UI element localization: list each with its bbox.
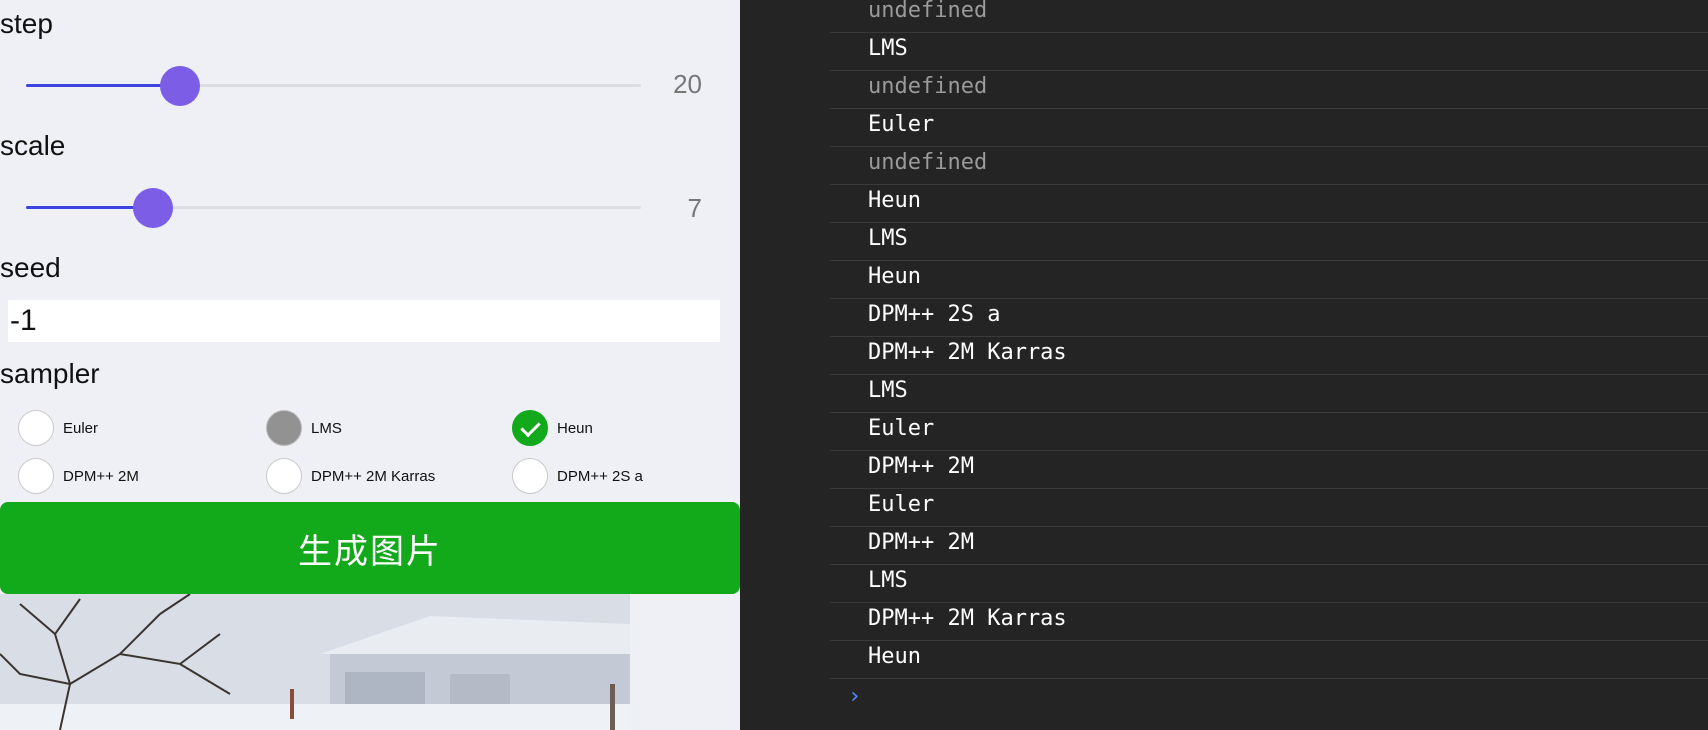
console-log-text: Heun [868,264,921,289]
console-log-text: LMS [868,378,908,403]
chevron-right-icon[interactable]: › [848,684,861,709]
devtools-console: undefined LMS undefined Euler undefined Heun L… [740,0,1708,730]
console-log-row: DPM++ 2S a [830,298,1708,337]
console-log-text: Euler [868,112,935,137]
sampler-option-label: LMS [311,419,342,437]
sampler-option-heun[interactable]: Heun [512,409,593,447]
radio-circle-icon[interactable] [266,410,302,446]
sampler-option-euler[interactable]: Euler [18,409,98,447]
scale-slider-thumb[interactable] [132,188,173,228]
generated-image [0,594,630,730]
console-log-row: LMS [830,222,1708,261]
sampler-option-label: DPM++ 2M [63,467,139,485]
console-log-text: LMS [868,36,908,61]
step-slider[interactable] [26,66,641,106]
scale-label: scale [0,130,66,161]
scale-value: 7 [687,193,702,223]
console-log-row: Euler [830,108,1708,147]
sampler-option-label: Euler [63,419,99,437]
sampler-label: sampler [0,358,100,389]
console-log-row: LMS [830,32,1708,71]
console-log-text: DPM++ 2M [868,454,974,479]
console-log-row: Heun [830,640,1708,679]
console-log-text: Heun [868,188,921,213]
console-log-row: Heun [830,184,1708,223]
console-log-row: Heun [830,260,1708,299]
step-slider-fill [26,84,180,87]
sampler-option-dpm-2m[interactable]: DPM++ 2M [18,457,139,495]
sampler-option-dpm-2m-karras[interactable]: DPM++ 2M Karras [266,457,435,495]
console-log-text: undefined [868,74,988,99]
sampler-option-label: DPM++ 2S a [557,467,643,485]
sampler-option-label: Heun [557,419,593,437]
console-log-row: DPM++ 2M [830,526,1708,565]
console-log-text: undefined [868,150,988,175]
radio-circle-icon[interactable] [266,458,302,494]
console-log-row: undefined [830,70,1708,109]
console-log-row: Euler [830,488,1708,527]
console-log-row: Euler [830,412,1708,451]
console-log-row: undefined [830,0,1708,33]
console-log-row: LMS [830,374,1708,413]
console-log-row: DPM++ 2M [830,450,1708,489]
console-log-text: DPM++ 2S a [868,302,1001,327]
console-log-text: undefined [868,0,988,23]
console-log-text: DPM++ 2M Karras [868,606,1067,631]
console-log-row: DPM++ 2M Karras [830,602,1708,641]
console-log-text: Heun [868,644,921,669]
console-log-row: DPM++ 2M Karras [830,336,1708,375]
sampler-option-dpm-2s-a[interactable]: DPM++ 2S a [512,457,643,495]
radio-circle-icon[interactable] [18,458,54,494]
step-label: step [0,8,53,39]
generate-image-button[interactable]: 生成图片 [0,502,740,594]
step-value: 20 [673,69,702,99]
console-log-text: Euler [868,492,935,517]
radio-circle-icon[interactable] [18,410,54,446]
scale-slider[interactable] [26,188,641,228]
console-log-text: Euler [868,416,935,441]
generator-form-panel: step 20 scale 7 seed sampler Euler LMS H… [0,0,740,730]
console-log-row: undefined [830,146,1708,185]
console-log-text: DPM++ 2M Karras [868,340,1067,365]
sampler-option-label: DPM++ 2M Karras [311,467,436,485]
console-log-text: LMS [868,568,908,593]
step-slider-thumb[interactable] [159,66,200,106]
console-log-text: LMS [868,226,908,251]
radio-check-icon[interactable] [512,410,548,446]
snowy-house-image [0,594,630,730]
sampler-option-lms[interactable]: LMS [266,409,342,447]
seed-input[interactable] [8,300,720,342]
console-log-text: DPM++ 2M [868,530,974,555]
seed-label: seed [0,252,61,283]
console-log-row: LMS [830,564,1708,603]
radio-circle-icon[interactable] [512,458,548,494]
